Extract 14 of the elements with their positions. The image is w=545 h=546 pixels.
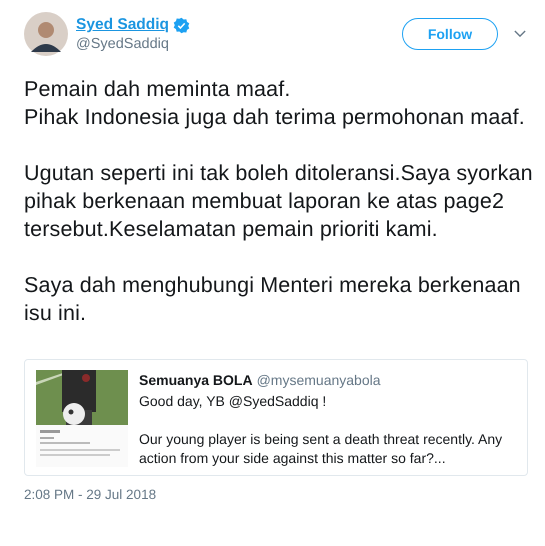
avatar[interactable] [24, 12, 68, 56]
tweet-text: Saya dah menghubungi Menteri mereka berkenaan isu ini. [24, 272, 522, 327]
timestamp[interactable]: 2:08 PM - 29 Jul 2018 [24, 487, 156, 502]
quoted-user-name: Semuanya BOLA [139, 371, 253, 390]
follow-button[interactable]: Follow [402, 18, 498, 50]
tweet-text: Pemain dah meminta maaf. Pihak Indonesia juga dah terima permohonan maaf. [24, 76, 526, 131]
user-handle: @SyedSaddiq [76, 36, 170, 52]
quoted-tweet-text: Good day, YB @SyedSaddiq ! [139, 392, 328, 411]
quoted-user-handle: @mysemuanyabola [256, 371, 381, 390]
quoted-tweet-text: Our young player is being sent a death threat recently. Any action from your side against this matter so far?... [139, 430, 504, 468]
tweet-text: Ugutan seperti ini tak boleh ditoleransi.Saya syorkan pihak berkenaan membuat laporan ke atas page2 tersebut.Keselamatan pemain prioriti kami. [24, 160, 534, 243]
user-name[interactable]: Syed Saddiq [76, 16, 170, 34]
quoted-tweet-card[interactable]: Semuanya BOLA @mysemuanyabola Good day, YB @SyedSaddiq ! Our young player is being sent a death threat recently. Any action from your side against this matter so far?... [24, 359, 528, 476]
chevron-down-icon[interactable] [514, 30, 526, 38]
